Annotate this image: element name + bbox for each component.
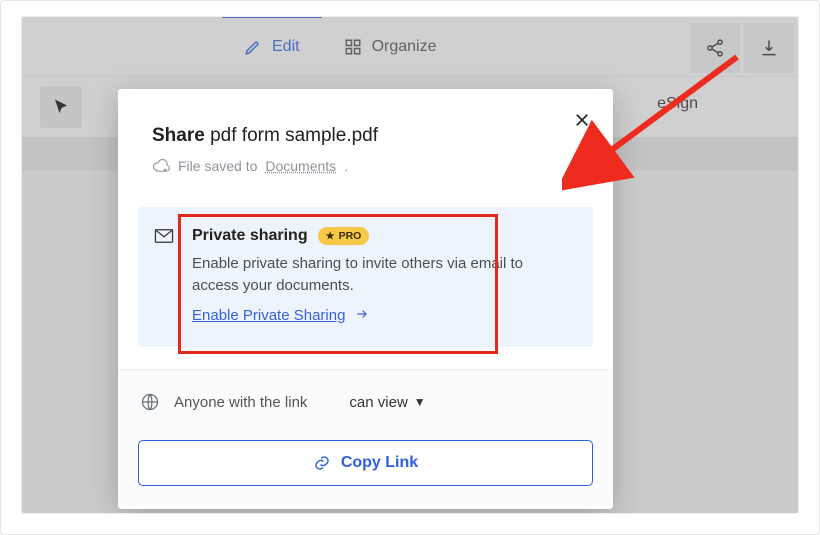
private-sharing-card: Private sharing ★ PRO Enable private shar… (138, 207, 593, 347)
saved-prefix: File saved to (178, 158, 257, 174)
chevron-down-icon: ▼ (414, 395, 426, 409)
modal-title: Share pdf form sample.pdf (152, 125, 579, 147)
permission-access-dropdown[interactable]: can view ▼ (349, 394, 425, 411)
modal-title-prefix: Share (152, 125, 205, 146)
modal-filename: pdf form sample.pdf (210, 125, 378, 146)
link-permission-section: Anyone with the link can view ▼ Copy Lin… (118, 369, 613, 506)
permission-scope-label: Anyone with the link (174, 394, 307, 411)
enable-link-text: Enable Private Sharing (192, 307, 345, 324)
close-button[interactable] (565, 103, 599, 137)
envelope-icon (154, 229, 174, 243)
copy-link-label: Copy Link (341, 454, 418, 472)
star-icon: ★ (326, 231, 335, 242)
private-sharing-description: Enable private sharing to invite others … (192, 253, 562, 297)
share-modal: Share pdf form sample.pdf File saved to … (118, 89, 613, 509)
enable-private-sharing-link[interactable]: Enable Private Sharing (192, 307, 371, 325)
cloud-icon (152, 157, 170, 175)
private-sharing-heading: Private sharing (192, 227, 308, 245)
copy-link-button[interactable]: Copy Link (138, 440, 593, 486)
globe-icon (140, 392, 160, 412)
close-icon (573, 111, 591, 129)
permission-access-label: can view (349, 394, 407, 411)
pro-badge: ★ PRO (318, 227, 370, 245)
saved-location-link[interactable]: Documents (265, 158, 336, 174)
pro-badge-text: PRO (339, 230, 362, 242)
link-icon (313, 454, 331, 472)
saved-location-row: File saved to Documents. (152, 157, 579, 175)
arrow-right-icon (353, 307, 371, 325)
